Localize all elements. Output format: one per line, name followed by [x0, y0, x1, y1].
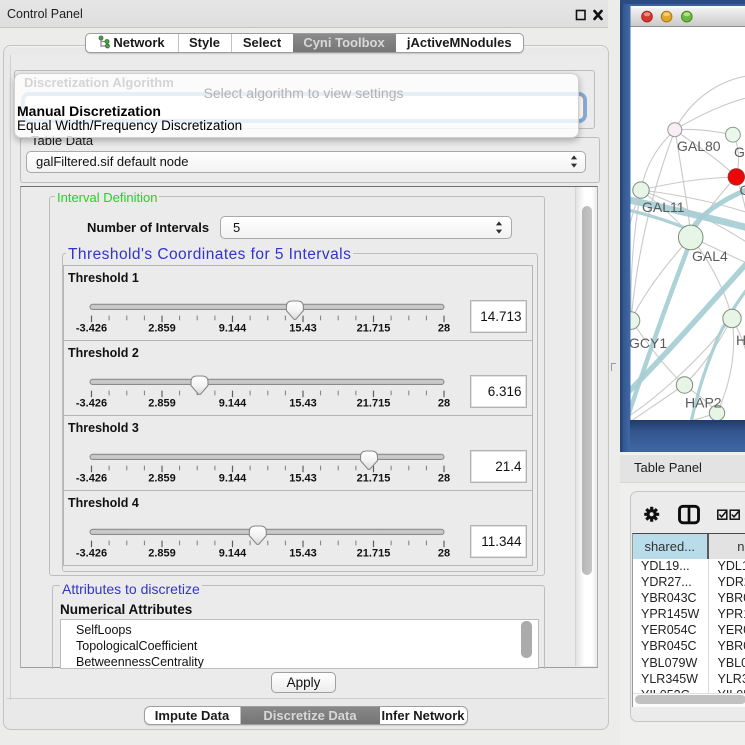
svg-text:-3.426: -3.426 [76, 398, 107, 410]
svg-text:21.715: 21.715 [357, 548, 391, 560]
svg-text:GAL2: GAL2 [734, 144, 745, 160]
svg-text:GAL11: GAL11 [642, 199, 685, 215]
svg-text:GAL4: GAL4 [692, 248, 728, 264]
svg-text:9.144: 9.144 [219, 473, 247, 485]
svg-text:HAP2: HAP2 [685, 395, 722, 411]
svg-text:-3.426: -3.426 [76, 323, 107, 335]
svg-text:GCY1: GCY1 [629, 335, 667, 351]
svg-text:-3.426: -3.426 [76, 548, 107, 560]
svg-text:28: 28 [438, 473, 450, 485]
svg-text:21.715: 21.715 [357, 473, 391, 485]
svg-text:2.859: 2.859 [148, 473, 176, 485]
svg-text:HIS4: HIS4 [736, 332, 745, 348]
svg-text:28: 28 [438, 548, 450, 560]
svg-text:9.144: 9.144 [219, 323, 247, 335]
svg-text:9.144: 9.144 [219, 548, 247, 560]
svg-text:21.715: 21.715 [357, 398, 391, 410]
svg-text:28: 28 [438, 323, 450, 335]
svg-text:-3.426: -3.426 [76, 473, 107, 485]
svg-text:15.43: 15.43 [289, 548, 317, 560]
svg-text:15.43: 15.43 [289, 473, 317, 485]
svg-text:9.144: 9.144 [219, 398, 247, 410]
svg-text:15.43: 15.43 [289, 398, 317, 410]
svg-text:2.859: 2.859 [148, 323, 176, 335]
svg-text:CDC1: CDC1 [740, 182, 745, 198]
svg-text:15.43: 15.43 [289, 323, 317, 335]
svg-text:28: 28 [438, 398, 450, 410]
svg-text:2.859: 2.859 [148, 398, 176, 410]
svg-text:21.715: 21.715 [357, 323, 391, 335]
svg-text:GAL80: GAL80 [677, 138, 721, 154]
svg-text:2.859: 2.859 [148, 548, 176, 560]
